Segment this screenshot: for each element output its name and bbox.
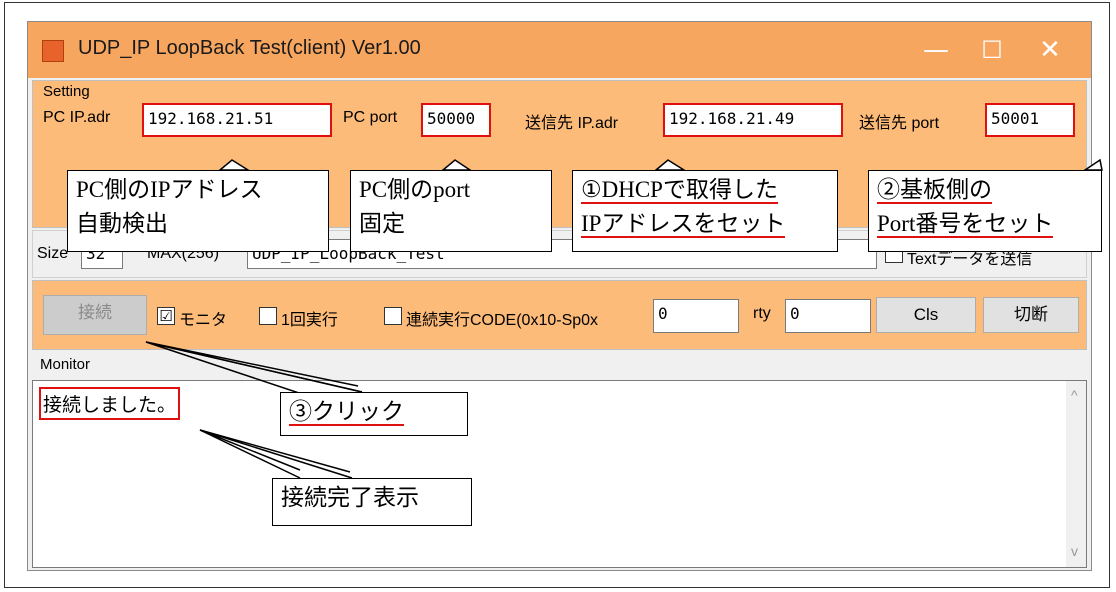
callout-dhcp-line1: ①DHCPで取得した xyxy=(581,177,778,204)
pointer-done xyxy=(199,429,353,479)
callout-connected: 接続完了表示 xyxy=(272,478,472,526)
pointer-click xyxy=(145,341,363,399)
callout-click: ③クリック xyxy=(280,392,468,436)
callout-board-port: ②基板側の Port番号をセット xyxy=(868,170,1102,252)
callout-dhcp: ①DHCPで取得した IPアドレスをセット xyxy=(572,170,838,252)
pointer-pc-port xyxy=(440,159,473,171)
callout-pc-port-line1: PC側のport xyxy=(359,177,471,202)
callout-connected-text: 接続完了表示 xyxy=(281,485,419,510)
callout-pc-port-line2: 固定 xyxy=(359,211,405,236)
pointer-pc-ip xyxy=(217,159,251,171)
callout-pc-port: PC側のport 固定 xyxy=(350,170,552,252)
callout-dhcp-line2: IPアドレスをセット xyxy=(581,211,786,238)
pointer-dest-port xyxy=(1082,158,1103,171)
callout-pc-ip-line2: 自動検出 xyxy=(76,211,168,236)
callout-board-port-line2: Port番号をセット xyxy=(877,211,1054,238)
pointer-click-2 xyxy=(145,341,363,393)
callout-pc-ip-line1: PC側のIPアドレス xyxy=(76,177,263,202)
callout-pc-ip: PC側のIPアドレス 自動検出 xyxy=(67,170,329,252)
pointer-dest-ip xyxy=(653,159,687,171)
callout-click-text: ③クリック xyxy=(289,399,404,426)
callout-pointers xyxy=(145,158,1103,479)
callout-board-port-line1: ②基板側の xyxy=(877,177,992,204)
